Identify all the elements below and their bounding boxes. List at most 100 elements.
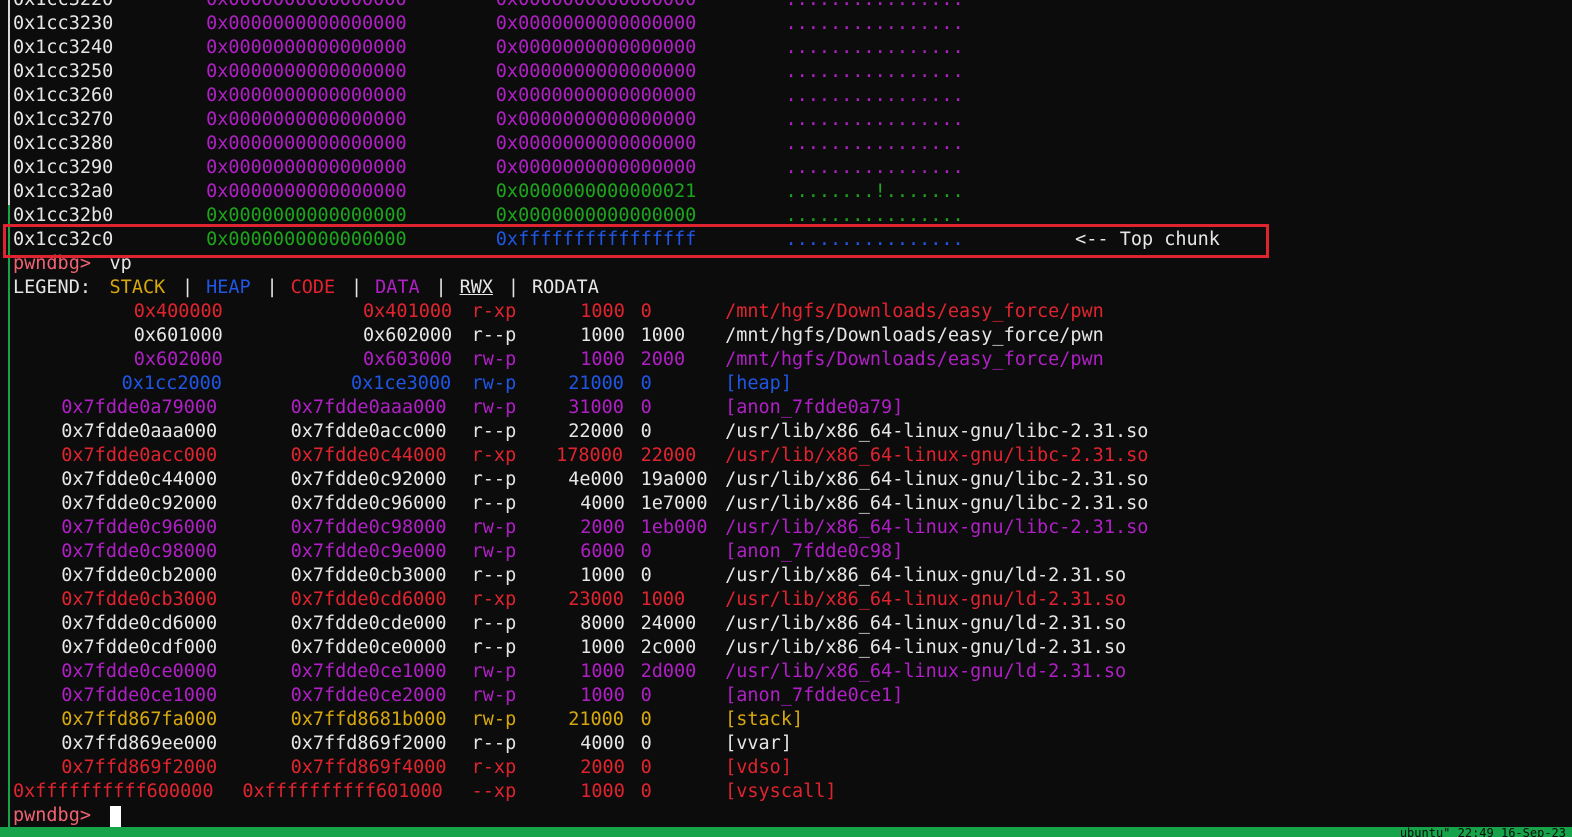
- mapping-name: [anon_7fdde0ce1]: [725, 685, 904, 706]
- legend-separator: |: [350, 277, 363, 298]
- mapping-name: /usr/lib/x86_64-linux-gnu/ld-2.31.so: [725, 589, 1127, 610]
- heap-row-address: 0x1cc3270: [13, 109, 114, 130]
- mapping-offset: 2000: [640, 349, 686, 370]
- heap-row-qword-1: 0x0000000000000000: [206, 181, 407, 202]
- mapping-end: 0x7ffd869f4000: [290, 757, 447, 778]
- tmux-status-bar: ubuntu" 22:49 16-Sep-23: [0, 827, 1572, 837]
- mapping-start: 0x7fdde0ce0000: [61, 661, 218, 682]
- mapping-offset: 0: [640, 709, 652, 730]
- mapping-offset: 0: [640, 565, 652, 586]
- mapping-start: 0x7fdde0a79000: [61, 397, 218, 418]
- mapping-end: 0x7fdde0cb3000: [290, 565, 447, 586]
- mapping-end: 0x603000: [363, 349, 453, 370]
- mapping-name: /usr/lib/x86_64-linux-gnu/libc-2.31.so: [725, 469, 1149, 490]
- mapping-perms: rw-p: [471, 373, 517, 394]
- mapping-end: 0x7ffd8681b000: [290, 709, 447, 730]
- mapping-offset: 24000: [640, 613, 697, 634]
- mapping-size: 1000: [580, 637, 625, 658]
- status-bar-text: ubuntu" 22:49 16-Sep-23: [1399, 827, 1566, 837]
- mapping-name: /usr/lib/x86_64-linux-gnu/ld-2.31.so: [725, 565, 1127, 586]
- mapping-size: 23000: [568, 589, 624, 610]
- mapping-name: /usr/lib/x86_64-linux-gnu/libc-2.31.so: [725, 421, 1149, 442]
- mapping-size: 178000: [556, 445, 623, 466]
- mapping-end: 0xffffffffff601000: [242, 781, 443, 802]
- mapping-perms: rw-p: [471, 661, 517, 682]
- heap-row-address: 0x1cc3250: [13, 61, 114, 82]
- terminal-window[interactable]: 0x1cc32200x00000000000000000x00000000000…: [0, 0, 1572, 837]
- mapping-offset: 19a000: [640, 469, 708, 490]
- mapping-offset: 22000: [640, 445, 697, 466]
- mapping-size: 1000: [580, 325, 625, 346]
- mapping-perms: r-xp: [471, 589, 517, 610]
- heap-row-ascii: ................: [785, 13, 964, 34]
- heap-row-ascii: ................: [785, 133, 964, 154]
- mapping-perms: r-xp: [471, 757, 517, 778]
- mapping-start: 0x7ffd867fa000: [61, 709, 218, 730]
- mapping-offset: 2c000: [640, 637, 697, 658]
- heap-row-ascii: ........!.......: [785, 181, 964, 202]
- heap-row-qword-2: 0x0000000000000000: [495, 109, 697, 130]
- mapping-perms: r-xp: [471, 301, 517, 322]
- mapping-perms: r--p: [471, 637, 517, 658]
- heap-row-qword-1: 0x0000000000000000: [206, 157, 407, 178]
- mapping-end: 0x7fdde0ce0000: [290, 637, 447, 658]
- heap-row-qword-1: 0x0000000000000000: [206, 109, 407, 130]
- mapping-offset: 0: [640, 541, 652, 562]
- heap-row-address: 0x1cc3220: [13, 0, 113, 12]
- mapping-size: 21000: [568, 373, 624, 394]
- mapping-end: 0x7fdde0acc000: [290, 421, 447, 442]
- heap-row-qword-2: 0x0000000000000000: [495, 157, 697, 178]
- mapping-start: 0x7fdde0c44000: [61, 469, 218, 490]
- mapping-name: /usr/lib/x86_64-linux-gnu/ld-2.31.so: [725, 661, 1127, 682]
- mapping-offset: 1000: [640, 325, 686, 346]
- mapping-start: 0x7fdde0cd6000: [61, 613, 218, 634]
- mapping-size: 22000: [568, 421, 624, 442]
- mapping-size: 8000: [580, 613, 625, 634]
- mapping-perms: rw-p: [471, 517, 517, 538]
- mapping-name: /usr/lib/x86_64-linux-gnu/ld-2.31.so: [725, 637, 1127, 658]
- heap-row-qword-2: 0x0000000000000000: [495, 133, 697, 154]
- mapping-start: 0x601000: [133, 325, 223, 346]
- heap-row-ascii: ................: [785, 109, 964, 130]
- mapping-offset: 0: [640, 685, 652, 706]
- mapping-end: 0x401000: [363, 301, 453, 322]
- mapping-size: 4000: [580, 733, 625, 754]
- mapping-start: 0x7fdde0cb3000: [61, 589, 218, 610]
- mapping-end: 0x7fdde0c44000: [290, 445, 447, 466]
- mapping-start: 0x7fdde0cdf000: [61, 637, 218, 658]
- heap-row-qword-1: 0x0000000000000000: [206, 0, 406, 12]
- mapping-end: 0x7fdde0c92000: [290, 469, 447, 490]
- legend-label: LEGEND:: [13, 277, 91, 298]
- mapping-offset: 2d000: [640, 661, 697, 682]
- heap-row-qword-1: 0x0000000000000000: [206, 37, 407, 58]
- mapping-perms: rw-p: [471, 541, 517, 562]
- terminal-cursor[interactable]: [109, 806, 121, 827]
- mapping-offset: 1eb000: [640, 517, 708, 538]
- mapping-perms: r-xp: [471, 445, 517, 466]
- mapping-size: 21000: [568, 709, 624, 730]
- mapping-start: 0x7fdde0cb2000: [61, 565, 218, 586]
- mapping-offset: 0: [640, 421, 652, 442]
- mapping-end: 0x602000: [363, 325, 453, 346]
- legend-rodata: RODATA: [532, 277, 599, 298]
- mapping-size: 4000: [580, 493, 625, 514]
- mapping-start: 0x400000: [133, 301, 223, 322]
- heap-row-address: 0x1cc3260: [13, 85, 114, 106]
- mapping-perms: r--p: [471, 469, 517, 490]
- heap-row-address: 0x1cc3290: [13, 157, 114, 178]
- mapping-perms: r--p: [471, 493, 517, 514]
- mapping-start: 0x7fdde0c92000: [61, 493, 218, 514]
- mapping-size: 1000: [580, 781, 625, 802]
- heap-row-qword-1: 0x0000000000000000: [206, 133, 407, 154]
- mapping-end: 0x7fdde0c96000: [290, 493, 447, 514]
- mapping-size: 31000: [568, 397, 624, 418]
- mapping-perms: r--p: [471, 565, 517, 586]
- mapping-name: /mnt/hgfs/Downloads/easy_force/pwn: [725, 301, 1104, 322]
- mapping-size: 2000: [580, 517, 625, 538]
- legend-separator: |: [435, 277, 447, 298]
- mapping-size: 1000: [580, 661, 625, 682]
- mapping-offset: 1e7000: [640, 493, 708, 514]
- legend-rwx: RWX: [459, 277, 493, 298]
- heap-row-qword-1: 0x0000000000000000: [206, 13, 407, 34]
- heap-row-address: 0x1cc32a0: [13, 181, 114, 202]
